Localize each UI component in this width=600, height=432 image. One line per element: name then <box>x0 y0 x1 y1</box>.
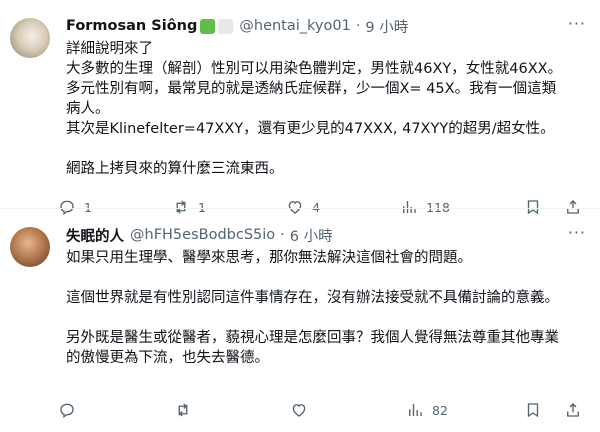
separator-dot: · <box>355 18 361 34</box>
reply-button[interactable] <box>58 401 98 419</box>
retweet-button[interactable] <box>174 401 214 419</box>
tweet-line: 其次是Klinefelter=47XXY，還有更少見的47XXX, 47XYY的… <box>66 121 555 137</box>
display-name[interactable]: Formosan Siông <box>66 18 197 34</box>
reply-icon <box>60 403 74 419</box>
tweet-line: 病人。 <box>66 101 110 117</box>
tweet-line: 多元性別有啊，最常見的就是透納氏症候群，少一個X= 45X。我有一個這類 <box>66 81 557 97</box>
user-handle[interactable]: @hentai_kyo01 <box>239 18 350 34</box>
avatar[interactable] <box>10 227 50 267</box>
like-icon <box>292 404 306 417</box>
more-options-icon[interactable]: ··· <box>568 223 586 242</box>
tweet-line: 如果只用生理學、醫學來思考，那你無法解決這個社會的問題。 <box>66 250 472 266</box>
views-button[interactable]: 82 <box>406 401 448 419</box>
views-count: 82 <box>432 402 448 418</box>
timeline: Formosan Siông @hentai_kyo01 · 9 小時 ··· … <box>0 0 600 432</box>
tweet-header: 失眠的人 @hFH5esBodbcS5io · 6 小時 <box>66 225 590 245</box>
green-square-emoji <box>200 18 216 34</box>
tweet[interactable]: Formosan Siông @hentai_kyo01 · 9 小時 ··· … <box>0 0 600 216</box>
tweet-line: 大多數的生理（解剖）性別可以用染色體判定，男性就46XY，女性就46XX。 <box>66 61 563 77</box>
tweet-line: 的傲慢更為下流，也失去醫德。 <box>66 350 269 366</box>
share-icon[interactable] <box>564 401 582 419</box>
tweet-line: 這個世界就是有性別認同這件事情存在，沒有辦法接受就不具備討論的意義。 <box>66 290 559 306</box>
tweet-header: Formosan Siông @hentai_kyo01 · 9 小時 <box>66 16 590 36</box>
retweet-icon <box>178 403 188 417</box>
white-square-emoji <box>218 18 234 34</box>
timestamp[interactable]: 6 小時 <box>290 225 333 246</box>
display-name[interactable]: 失眠的人 <box>66 225 124 246</box>
tweet-line: 詳細說明來了 <box>66 41 153 57</box>
like-button[interactable] <box>290 401 330 419</box>
user-handle[interactable]: @hFH5esBodbcS5io <box>130 227 275 243</box>
views-icon <box>409 404 422 416</box>
tweet-text: 如果只用生理學、醫學來思考，那你無法解決這個社會的問題。 這個世界就是有性別認同… <box>66 248 580 368</box>
tweet-text: 詳細說明來了 大多數的生理（解剖）性別可以用染色體判定，男性就46XY，女性就4… <box>66 39 580 179</box>
timestamp[interactable]: 9 小時 <box>365 16 408 37</box>
more-options-icon[interactable]: ··· <box>568 14 586 33</box>
tweet-line: 網路上拷貝來的算什麼三流東西。 <box>66 161 284 177</box>
tweet-line: 另外既是醫生或從醫者，藐視心理是怎麼回事？我個人覺得無法尊重其他專業 <box>66 330 559 346</box>
tweet[interactable]: 失眠的人 @hFH5esBodbcS5io · 6 小時 ··· 如果只用生理學… <box>0 208 600 432</box>
separator-dot: · <box>280 227 285 243</box>
action-bar: 82 <box>58 401 582 419</box>
avatar[interactable] <box>10 18 50 58</box>
bookmark-icon[interactable] <box>524 401 542 419</box>
